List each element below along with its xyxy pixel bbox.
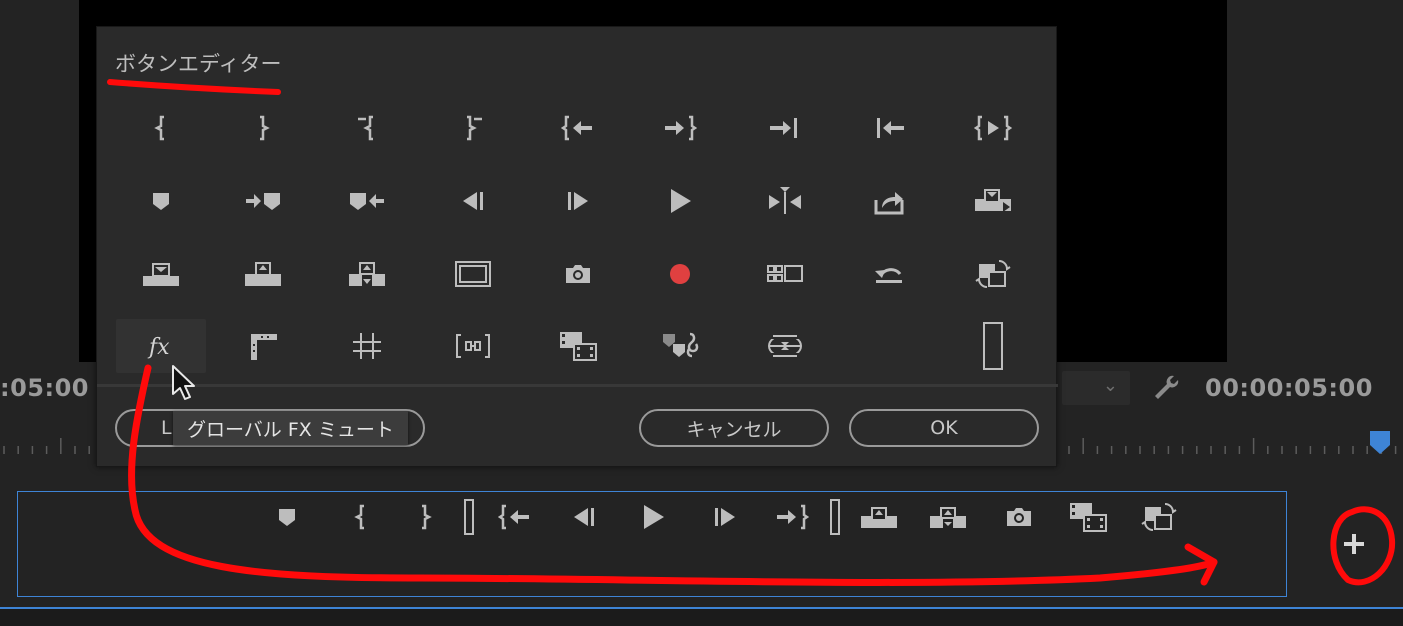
chevron-down-icon: ⌄ bbox=[1102, 375, 1118, 396]
bottom-panel bbox=[0, 609, 1403, 626]
show-guides-icon[interactable] bbox=[428, 319, 518, 373]
step-back-icon[interactable] bbox=[564, 497, 604, 537]
play-icon[interactable] bbox=[635, 174, 725, 228]
play-in-to-out-icon[interactable] bbox=[948, 101, 1038, 155]
playhead-icon[interactable] bbox=[1369, 430, 1391, 456]
dialog-divider bbox=[97, 384, 1058, 387]
export-frame-icon[interactable] bbox=[533, 247, 623, 301]
mark-in-icon[interactable] bbox=[341, 497, 381, 537]
snap-marker-icon[interactable] bbox=[635, 319, 725, 373]
extract-icon[interactable] bbox=[218, 247, 308, 301]
mouse-cursor-icon bbox=[170, 364, 198, 402]
vr-video-icon[interactable] bbox=[740, 319, 830, 373]
ok-button[interactable]: OK bbox=[849, 409, 1039, 447]
go-to-next-marker-icon[interactable] bbox=[218, 174, 308, 228]
mark-out-icon[interactable] bbox=[405, 497, 445, 537]
spacer-icon[interactable] bbox=[948, 319, 1038, 373]
step-to-start-icon[interactable] bbox=[844, 101, 934, 155]
play-around-icon[interactable] bbox=[740, 174, 830, 228]
step-forward-icon[interactable] bbox=[533, 174, 623, 228]
spacer-icon[interactable] bbox=[449, 497, 489, 537]
lift-icon[interactable] bbox=[859, 497, 899, 537]
step-forward-icon[interactable] bbox=[705, 497, 745, 537]
comparison-view-icon[interactable] bbox=[218, 319, 308, 373]
add-marker-icon[interactable] bbox=[267, 497, 307, 537]
svg-text:fx: fx bbox=[147, 335, 170, 360]
mark-in-icon[interactable] bbox=[116, 101, 206, 155]
export-icon[interactable] bbox=[844, 174, 934, 228]
timecode-left: :05:00 bbox=[0, 374, 89, 402]
go-to-out-icon[interactable] bbox=[635, 101, 725, 155]
ok-label: OK bbox=[930, 417, 958, 439]
overwrite-icon[interactable] bbox=[948, 174, 1038, 228]
cancel-label: キャンセル bbox=[686, 418, 782, 441]
go-to-out-icon[interactable] bbox=[772, 497, 812, 537]
go-to-in-icon[interactable] bbox=[495, 497, 535, 537]
add-marker-icon[interactable] bbox=[116, 174, 206, 228]
button-editor-dialog: ボタンエディター fx L キャンセル OK bbox=[96, 26, 1058, 467]
cancel-button[interactable]: キャンセル bbox=[639, 409, 829, 447]
spacer-icon[interactable] bbox=[815, 497, 855, 537]
clear-in-icon[interactable] bbox=[322, 101, 412, 155]
extract-icon[interactable] bbox=[928, 497, 968, 537]
step-back-icon[interactable] bbox=[428, 174, 518, 228]
step-to-end-icon[interactable] bbox=[740, 101, 830, 155]
toggle-proxies-icon[interactable] bbox=[948, 247, 1038, 301]
timecode-right: 00:00:05:00 bbox=[1205, 374, 1373, 402]
insert-clip-icon[interactable] bbox=[533, 319, 623, 373]
go-to-previous-marker-icon[interactable] bbox=[322, 174, 412, 228]
toggle-proxies-icon[interactable] bbox=[1139, 497, 1179, 537]
go-to-in-icon[interactable] bbox=[533, 101, 623, 155]
play-icon[interactable] bbox=[633, 497, 673, 537]
mark-out-icon[interactable] bbox=[218, 101, 308, 155]
button-bar bbox=[17, 491, 1287, 597]
lift-icon[interactable] bbox=[116, 247, 206, 301]
loop-icon[interactable] bbox=[844, 247, 934, 301]
wrench-icon[interactable] bbox=[1152, 373, 1180, 401]
multi-camera-icon[interactable] bbox=[740, 247, 830, 301]
add-button[interactable] bbox=[1334, 526, 1374, 562]
zoom-dropdown[interactable]: ⌄ bbox=[1062, 371, 1130, 405]
tooltip: グローバル FX ミュート bbox=[173, 411, 408, 445]
record-icon[interactable] bbox=[635, 247, 725, 301]
dialog-title: ボタンエディター bbox=[115, 52, 282, 76]
layout-reset-label: L bbox=[161, 417, 172, 439]
export-frame-icon[interactable] bbox=[999, 497, 1039, 537]
insert-clip-icon[interactable] bbox=[1068, 497, 1108, 537]
clear-out-icon[interactable] bbox=[428, 101, 518, 155]
safe-margins-icon[interactable] bbox=[428, 247, 518, 301]
insert-icon[interactable] bbox=[322, 247, 412, 301]
show-rulers-icon[interactable] bbox=[322, 319, 412, 373]
